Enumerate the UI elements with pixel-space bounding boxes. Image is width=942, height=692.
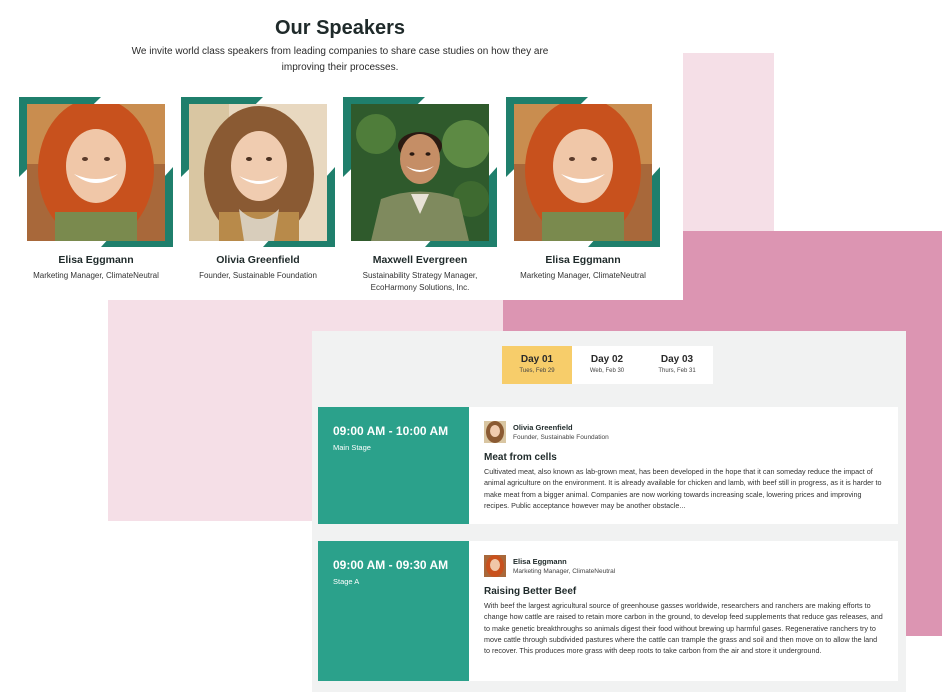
speaker-card[interactable]: Elisa Eggmann Marketing Manager, Climate… — [506, 97, 660, 282]
tab-day-label: Day 03 — [660, 354, 694, 365]
session-speaker: Elisa Eggmann Marketing Manager, Climate… — [484, 555, 884, 577]
session-time-panel: 09:00 AM - 10:00 AM Main Stage — [318, 407, 469, 524]
session-time: 09:00 AM - 10:00 AM — [333, 424, 449, 438]
session-body: Elisa Eggmann Marketing Manager, Climate… — [469, 541, 898, 681]
session-card[interactable]: 09:00 AM - 09:30 AM Stage A Elisa Eggman… — [318, 541, 898, 681]
speaker-photo — [351, 104, 489, 241]
speaker-photo-frame — [19, 97, 173, 247]
speaker-photo-frame — [506, 97, 660, 247]
speaker-role: Founder, Sustainable Foundation — [199, 271, 317, 280]
speakers-subtitle: We invite world class speakers from lead… — [131, 46, 549, 73]
tab-day-01[interactable]: Day 01 Tues, Feb 29 — [502, 346, 572, 384]
session-speaker-name: Olivia Greenfield — [513, 423, 573, 432]
session-time-panel: 09:00 AM - 09:30 AM Stage A — [318, 541, 469, 681]
session-description: Cultivated meat, also known as lab-grown… — [484, 467, 882, 510]
session-speaker-role: Founder, Sustainable Foundation — [513, 434, 609, 441]
tab-day-label: Day 02 — [590, 354, 624, 365]
speaker-role: Marketing Manager, ClimateNeutral — [520, 271, 646, 280]
speaker-name: Olivia Greenfield — [216, 254, 300, 266]
tab-date-label: Web, Feb 30 — [589, 368, 625, 374]
speaker-photo — [27, 104, 165, 241]
session-title: Meat from cells — [484, 452, 557, 463]
session-speaker-name: Elisa Eggmann — [513, 557, 567, 566]
speakers-section: Our Speakers We invite world class speak… — [0, 0, 683, 300]
speaker-card[interactable]: Olivia Greenfield Founder, Sustainable F… — [181, 97, 335, 282]
tab-day-label: Day 01 — [520, 354, 554, 365]
tab-day-03[interactable]: Day 03 Thurs, Feb 31 — [642, 346, 712, 384]
session-speaker: Olivia Greenfield Founder, Sustainable F… — [484, 421, 884, 443]
speaker-role: Marketing Manager, ClimateNeutral — [33, 271, 159, 280]
session-body: Olivia Greenfield Founder, Sustainable F… — [469, 407, 898, 524]
avatar — [484, 555, 506, 577]
schedule-section: Day 01 Tues, Feb 29 Day 02 Web, Feb 30 D… — [312, 331, 906, 692]
speaker-card[interactable]: Maxwell Evergreen Sustainability Strateg… — [343, 97, 497, 294]
session-stage: Stage A — [333, 577, 360, 586]
session-time: 09:00 AM - 09:30 AM — [333, 558, 449, 572]
speaker-name: Maxwell Evergreen — [372, 254, 468, 266]
speaker-card[interactable]: Elisa Eggmann Marketing Manager, Climate… — [19, 97, 173, 282]
speaker-photo — [189, 104, 327, 241]
session-description: With beef the largest agricultural sourc… — [484, 601, 883, 656]
speaker-photo — [514, 104, 652, 241]
session-speaker-role: Marketing Manager, ClimateNeutral — [513, 568, 616, 575]
tab-day-02[interactable]: Day 02 Web, Feb 30 — [572, 346, 642, 384]
session-stage: Main Stage — [333, 443, 371, 452]
speaker-name: Elisa Eggmann — [545, 254, 621, 266]
day-tabs: Day 01 Tues, Feb 29 Day 02 Web, Feb 30 D… — [502, 346, 713, 384]
avatar — [484, 421, 506, 443]
speaker-role: Sustainability Strategy Manager, EcoHarm… — [362, 271, 478, 292]
session-title: Raising Better Beef — [484, 586, 577, 597]
session-card[interactable]: 09:00 AM - 10:00 AM Main Stage Olivia Gr… — [318, 407, 898, 524]
tab-date-label: Tues, Feb 29 — [519, 368, 555, 374]
background-block-light-pink-top — [683, 53, 774, 233]
speaker-photo-frame — [181, 97, 335, 247]
tab-date-label: Thurs, Feb 31 — [658, 368, 696, 374]
speakers-title: Our Speakers — [274, 17, 406, 39]
speaker-name: Elisa Eggmann — [58, 254, 134, 266]
speaker-photo-frame — [343, 97, 497, 247]
